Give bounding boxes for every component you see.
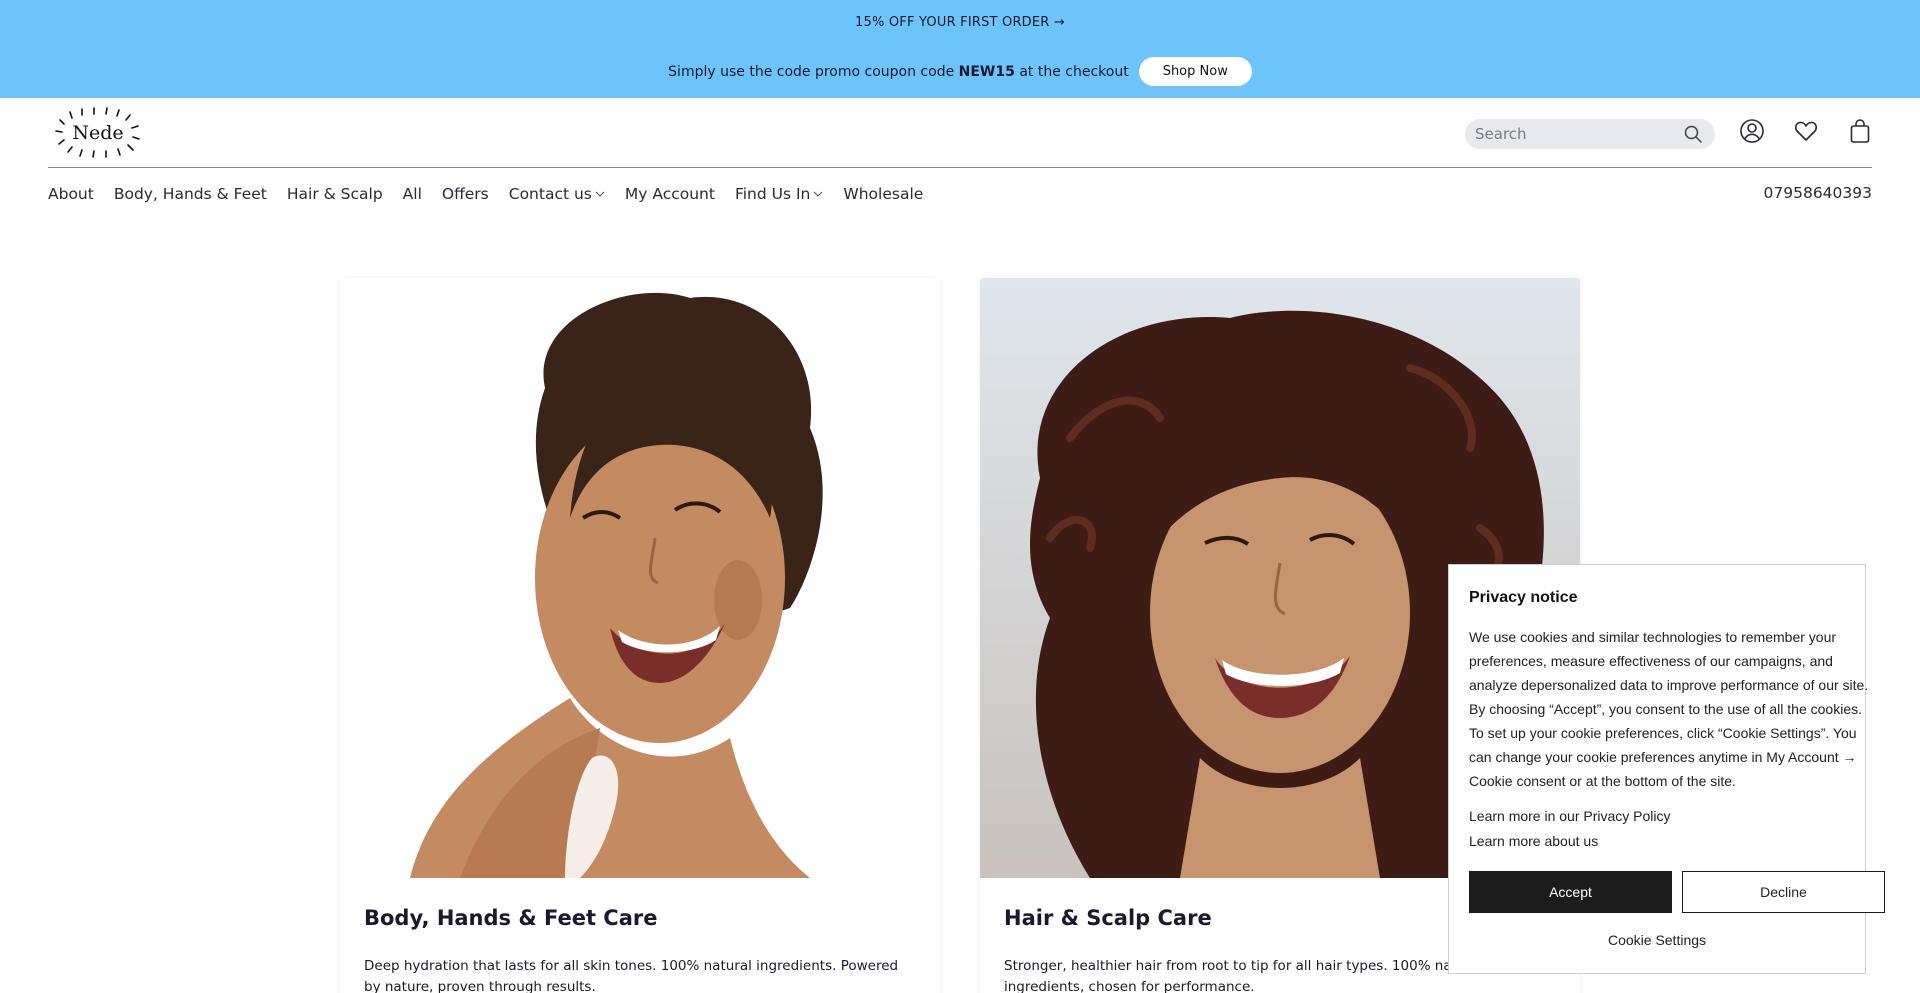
nav-item-my-account[interactable]: My Account xyxy=(625,185,715,203)
privacy-notice-dialog: Privacy notice We use cookies and simila… xyxy=(1448,564,1885,974)
announcement-top-text[interactable]: 15% OFF YOUR FIRST ORDER → xyxy=(0,15,1920,30)
category-image-body[interactable] xyxy=(340,278,940,878)
card-title[interactable]: Hair & Scalp Care xyxy=(1004,906,1212,930)
logo-wordmark: Nede xyxy=(72,122,123,144)
shopping-bag-icon[interactable] xyxy=(1847,118,1873,144)
promo-suffix: at the checkout xyxy=(1014,63,1129,80)
search-input[interactable] xyxy=(1475,125,1675,143)
search-icon[interactable] xyxy=(1683,124,1703,148)
nav-item-find-us-in[interactable]: Find Us In xyxy=(735,185,823,203)
nav-item-about[interactable]: About xyxy=(48,185,94,203)
nav-item-body-hands-feet[interactable]: Body, Hands & Feet xyxy=(114,185,267,203)
account-icon[interactable] xyxy=(1739,118,1765,144)
nav-label: Contact us xyxy=(508,185,592,203)
nav-item-offers[interactable]: Offers xyxy=(442,185,489,203)
nav-item-contact-us[interactable]: Contact us xyxy=(509,185,605,203)
nav-label: Body, Hands & Feet xyxy=(113,185,267,203)
main-nav: About Body, Hands & Feet Hair & Scalp Al… xyxy=(48,182,1872,206)
privacy-body: We use cookies and similar technologies … xyxy=(1469,629,1869,789)
nav-label: My Account xyxy=(624,185,715,203)
site-header: Nede xyxy=(48,98,1872,168)
privacy-policy-link[interactable]: Learn more in our Privacy Policy xyxy=(1469,808,1671,824)
nav-label: Find Us In xyxy=(734,185,811,203)
chevron-down-icon xyxy=(814,191,823,197)
about-us-link[interactable]: Learn more about us xyxy=(1469,833,1598,849)
phone-number[interactable]: 07958640393 xyxy=(1764,184,1872,202)
nav-label: Wholesale xyxy=(843,185,924,203)
promo-text: Simply use the code promo coupon code NE… xyxy=(668,64,1129,80)
nav-label: Hair & Scalp xyxy=(286,185,383,203)
brand-logo[interactable]: Nede xyxy=(54,106,142,158)
card-description: Deep hydration that lasts for all skin t… xyxy=(364,958,899,993)
shop-now-button[interactable]: Shop Now xyxy=(1138,57,1252,86)
card-title[interactable]: Body, Hands & Feet Care xyxy=(364,906,658,930)
nav-label: All xyxy=(402,185,422,203)
cookie-settings-button[interactable]: Cookie Settings xyxy=(1449,932,1865,948)
nav-item-all[interactable]: All xyxy=(403,185,422,203)
category-card-body[interactable]: Body, Hands & Feet Care Deep hydration t… xyxy=(340,278,940,993)
nav-label: About xyxy=(48,185,94,203)
nav-label: Offers xyxy=(441,185,489,203)
accept-button[interactable]: Accept xyxy=(1469,871,1672,913)
nav-item-hair-scalp[interactable]: Hair & Scalp xyxy=(287,185,383,203)
decline-button[interactable]: Decline xyxy=(1682,871,1885,913)
promo-prefix: Simply use the code promo coupon code xyxy=(668,63,959,80)
chevron-down-icon xyxy=(595,191,605,197)
wishlist-heart-icon[interactable] xyxy=(1793,118,1819,144)
promo-code: NEW15 xyxy=(958,63,1015,80)
promo-row: Simply use the code promo coupon code NE… xyxy=(0,57,1920,86)
privacy-title: Privacy notice xyxy=(1469,589,1578,606)
nav-item-wholesale[interactable]: Wholesale xyxy=(843,185,923,203)
search-bar[interactable] xyxy=(1465,119,1715,149)
announcement-bar: 15% OFF YOUR FIRST ORDER → Simply use th… xyxy=(0,0,1920,98)
